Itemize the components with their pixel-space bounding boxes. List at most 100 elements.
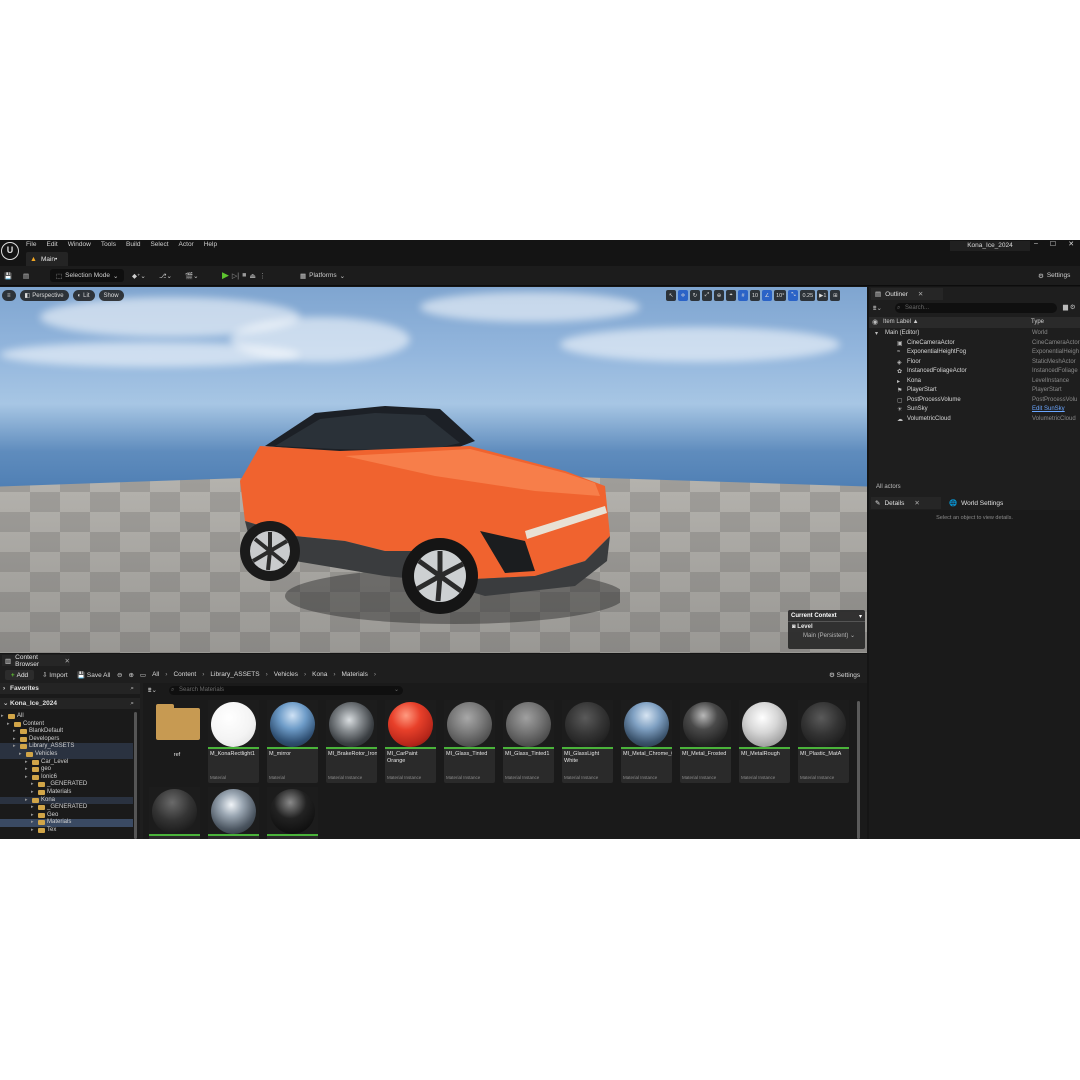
chevron-right-icon[interactable]: ▸ xyxy=(31,827,34,833)
translate-tool-icon[interactable]: ✛ xyxy=(678,290,688,301)
maximize-viewport-icon[interactable]: ⊞ xyxy=(830,290,841,301)
show-button[interactable]: Show xyxy=(98,290,124,301)
chevron-right-icon[interactable]: ▸ xyxy=(13,728,16,734)
context-level-dropdown[interactable]: Main (Persistent) ⌄ xyxy=(788,630,865,639)
select-tool-icon[interactable]: ↖ xyxy=(666,290,676,301)
current-context-title[interactable]: Current Context ▾ xyxy=(788,610,865,622)
outliner-row[interactable]: ▸ Kona LevelInstance xyxy=(869,377,1080,387)
forward-icon[interactable]: ⊕ xyxy=(128,671,133,679)
grid-snap-value[interactable]: 10 xyxy=(750,290,761,301)
outliner-row[interactable]: ✿ InstancedFoliageActor InstancedFoliage xyxy=(869,367,1080,377)
more-options-icon[interactable]: ⋮ xyxy=(259,272,266,280)
outliner-row[interactable]: ☁ VolumetricCloud VolumetricCloud xyxy=(869,415,1080,425)
tree-folder-item[interactable]: ▸ Geo xyxy=(0,812,133,820)
rotate-tool-icon[interactable]: ↻ xyxy=(690,290,700,301)
breadcrumb-kona[interactable]: Kona xyxy=(312,671,327,679)
grid-snap-toggle[interactable]: # xyxy=(738,290,748,301)
tree-folder-item[interactable]: ▸ Materials xyxy=(0,819,133,827)
tree-folder-item[interactable]: ▸ Library_ASSETS xyxy=(0,743,133,751)
settings-button[interactable]: ⚙ Settings xyxy=(1038,269,1070,282)
content-icon[interactable]: ▤ xyxy=(23,269,29,282)
breadcrumb-vehicles[interactable]: Vehicles xyxy=(274,671,298,679)
tree-folder-item[interactable]: ▸ Kona xyxy=(0,796,133,805)
menu-file[interactable]: File xyxy=(26,241,36,248)
chevron-right-icon[interactable]: ▸ xyxy=(31,804,34,810)
material-asset-tile[interactable]: MI_CarPaint Orange Material Instance xyxy=(385,700,436,783)
material-asset-tile[interactable] xyxy=(208,787,259,839)
tree-folder-item[interactable]: ▸ Tex xyxy=(0,827,133,835)
lit-button[interactable]: ◐ Lit xyxy=(72,290,95,301)
menu-tools[interactable]: Tools xyxy=(101,241,116,248)
material-asset-tile[interactable]: MI_Metal_Frosted Material Instance xyxy=(680,700,731,783)
rotation-snap-value[interactable]: 10° xyxy=(774,290,787,301)
scale-snap-value[interactable]: 0.25 xyxy=(800,290,816,301)
close-icon[interactable]: ✕ xyxy=(918,290,923,298)
close-icon[interactable]: ✕ xyxy=(914,499,919,507)
chevron-right-icon[interactable]: ▸ xyxy=(13,736,16,742)
menu-window[interactable]: Window xyxy=(68,241,91,248)
unreal-logo-icon[interactable]: U xyxy=(1,242,19,260)
edit-sunsky-link[interactable]: Edit SunSky xyxy=(1032,406,1065,412)
project-header[interactable]: ⌄ Kona_Ice_2024 ⌕ xyxy=(0,698,140,709)
outliner-options-icons[interactable]: ▆ ⚙ xyxy=(1063,303,1076,311)
level-tab-main[interactable]: ▲ Main• xyxy=(26,252,68,266)
material-asset-tile[interactable]: MI_Glass_Tinted1 Material Instance xyxy=(503,700,554,783)
outliner-search-input[interactable]: ⌕ Search... xyxy=(895,303,1057,313)
menu-build[interactable]: Build xyxy=(126,241,140,248)
column-item-label[interactable]: Item Label ▲ xyxy=(883,319,919,325)
asset-scrollbar[interactable] xyxy=(857,701,860,839)
tree-folder-item[interactable]: ▸ Car_Level xyxy=(0,759,133,767)
outliner-row[interactable]: ▣ CineCameraActor CineCameraActor xyxy=(869,339,1080,349)
step-icon[interactable]: ▷| xyxy=(232,272,239,280)
level-viewport[interactable]: ≡ ◧ Perspective ◐ Lit Show ↖ ✛ ↻ ⤢ ⊕ ⌖ #… xyxy=(0,287,867,653)
chevron-right-icon[interactable]: ▸ xyxy=(13,743,16,749)
chevron-right-icon[interactable]: ▸ xyxy=(31,819,34,825)
play-icon[interactable]: ▶ xyxy=(222,270,229,281)
outliner-row[interactable]: ⚑ PlayerStart PlayerStart xyxy=(869,386,1080,396)
tree-folder-item[interactable]: ▸ Vehicles xyxy=(0,750,133,759)
material-asset-tile[interactable]: M_mirror Material xyxy=(267,700,318,783)
import-button[interactable]: ⇩ Import xyxy=(42,671,68,679)
chevron-right-icon[interactable]: ▸ xyxy=(7,721,10,727)
material-asset-tile[interactable]: MI_BrakeRotor_Iron Material Instance xyxy=(326,700,377,783)
chevron-right-icon[interactable]: ▸ xyxy=(31,812,34,818)
outliner-row[interactable]: ▾ Main (Editor) World xyxy=(869,329,1080,339)
chevron-right-icon[interactable]: ▸ xyxy=(25,759,28,765)
visibility-icon[interactable]: ◉ xyxy=(872,318,878,326)
breadcrumb-library-assets[interactable]: Library_ASSETS xyxy=(210,671,259,679)
tree-folder-item[interactable]: ▸ Developers xyxy=(0,736,133,744)
tree-folder-item[interactable]: ▸ BlankDefault xyxy=(0,728,133,736)
save-icon[interactable]: 💾 xyxy=(4,269,12,282)
breadcrumb-materials[interactable]: Materials xyxy=(341,671,367,679)
material-asset-tile[interactable] xyxy=(267,787,318,839)
selection-mode-dropdown[interactable]: ⬚ Selection Mode ⌄ xyxy=(50,269,125,282)
material-asset-tile[interactable] xyxy=(149,787,200,839)
back-icon[interactable]: ⊖ xyxy=(117,671,122,679)
outliner-tab[interactable]: ▤ Outliner ✕ xyxy=(871,288,943,300)
tree-folder-item[interactable]: ▸ Materials xyxy=(0,789,133,797)
content-browser-tab[interactable]: ▥ Content Browser ✕ xyxy=(2,654,70,668)
details-tab[interactable]: ✎ Details ✕ xyxy=(871,497,941,509)
camera-speed-button[interactable]: ▶ 1 xyxy=(817,290,829,301)
menu-select[interactable]: Select xyxy=(150,241,168,248)
search-icon[interactable]: ⌕ xyxy=(130,683,134,694)
add-button[interactable]: + Add xyxy=(5,670,34,680)
blueprint-icon[interactable]: ⎇⌄ xyxy=(159,269,172,282)
breadcrumb-all[interactable]: All xyxy=(152,671,159,679)
filter-icon[interactable]: ⩩⌄ xyxy=(148,686,157,695)
outliner-row[interactable]: ▢ PostProcessVolume PostProcessVolu xyxy=(869,396,1080,406)
chevron-right-icon[interactable]: ▸ xyxy=(25,766,28,772)
scale-tool-icon[interactable]: ⤢ xyxy=(702,290,712,301)
breadcrumb-content[interactable]: Content xyxy=(173,671,196,679)
world-local-icon[interactable]: ⊕ xyxy=(714,290,724,301)
tree-folder-item[interactable]: ▸ _GENERATED xyxy=(0,804,133,812)
chevron-right-icon[interactable]: ▸ xyxy=(25,797,28,803)
world-settings-tab[interactable]: 🌐 World Settings xyxy=(945,497,1015,509)
content-settings-button[interactable]: ⚙ Settings xyxy=(829,671,860,679)
outliner-row[interactable]: ≈ ExponentialHeightFog ExponentialHeigh xyxy=(869,348,1080,358)
platforms-dropdown[interactable]: ▦ Platforms ⌄ xyxy=(300,269,345,282)
save-all-button[interactable]: 💾 Save All xyxy=(77,671,110,679)
viewport-menu-button[interactable]: ≡ xyxy=(2,290,16,301)
add-actor-icon[interactable]: ◆⁺⌄ xyxy=(132,269,146,282)
menu-help[interactable]: Help xyxy=(204,241,217,248)
